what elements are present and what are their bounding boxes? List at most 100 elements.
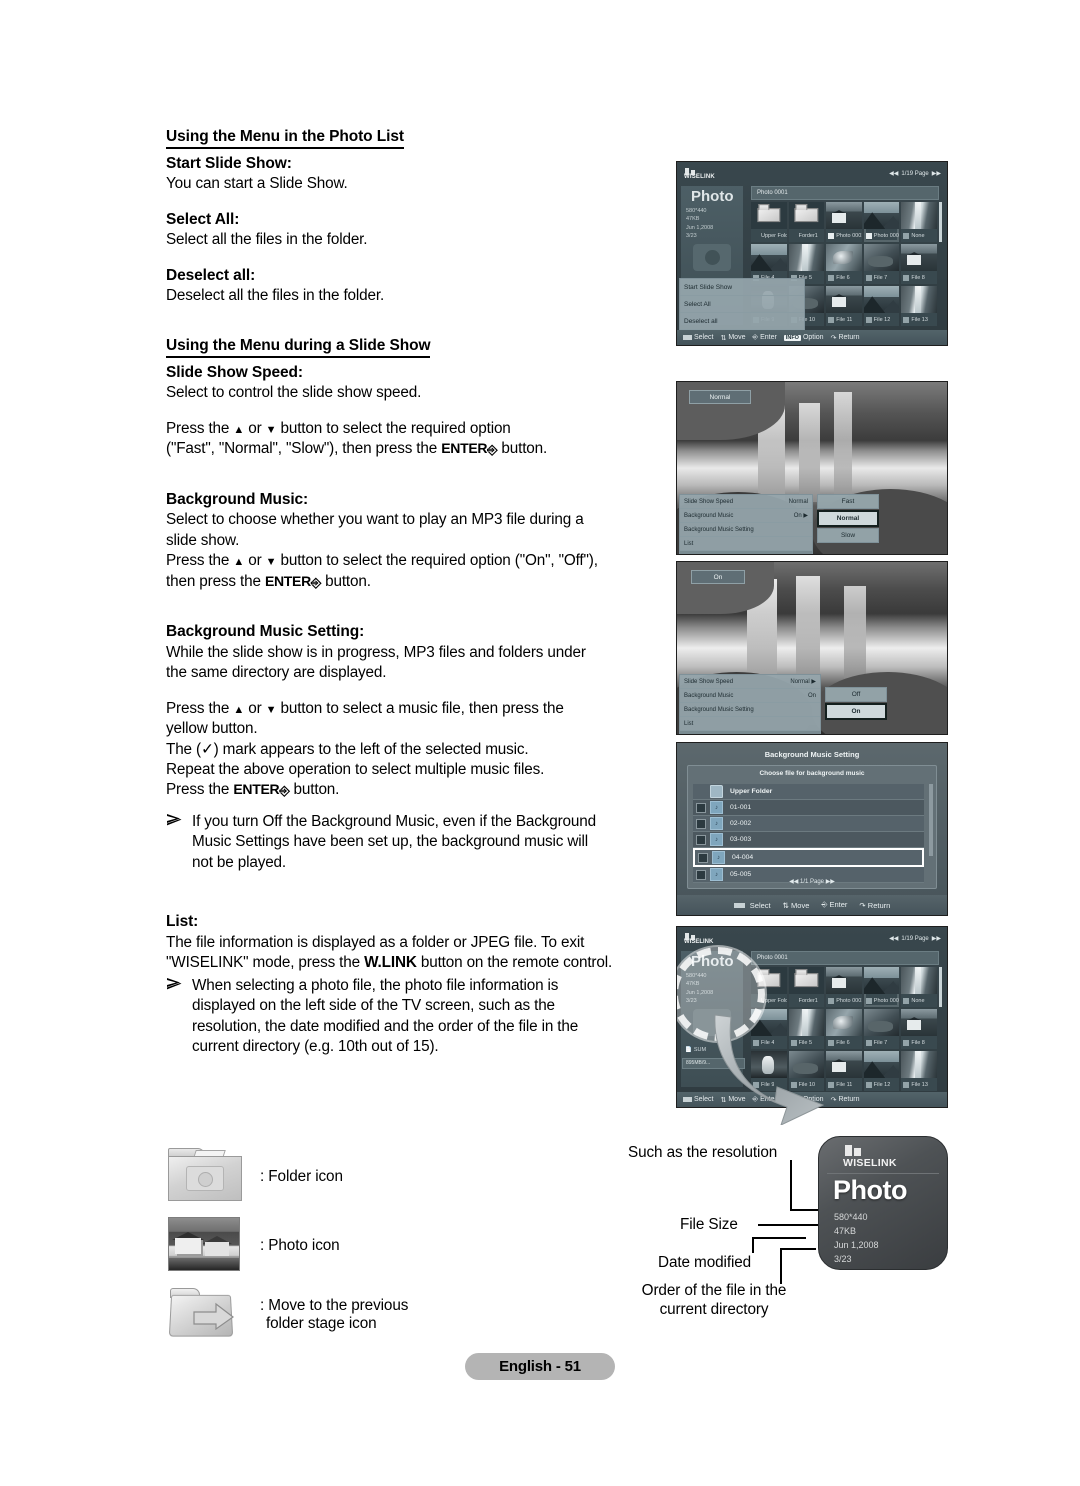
wiselink-brand-label: WISELINK — [684, 174, 715, 180]
option-normal[interactable]: Normal — [817, 510, 879, 527]
status-move: ⇅ Move — [720, 334, 746, 342]
music-list-item[interactable]: ♪ 03-003 — [693, 832, 924, 848]
wiselink-brand-label: WISELINK — [843, 1157, 897, 1169]
term-select-all: Select All: — [166, 210, 240, 228]
menu-row-background-music[interactable]: Background Music On — [680, 689, 820, 703]
folder-tile[interactable]: Upper Folder — [751, 202, 787, 242]
photo-tile[interactable]: File 13 — [901, 286, 937, 326]
tile-label: None — [911, 997, 925, 1004]
prev-page-icon[interactable]: ◀◀ — [889, 170, 898, 177]
note-line: resolution, the date modified and the or… — [192, 1017, 579, 1035]
text-fragment: or — [244, 699, 266, 717]
up-arrow-icon — [233, 420, 244, 437]
menu-row-background-music[interactable]: Background Music On ▶ — [680, 509, 812, 523]
music-list-item[interactable]: ♪ 02-002 — [693, 816, 924, 832]
photo-mode-title: Photo — [691, 188, 734, 205]
speed-options[interactable]: Fast Normal Slow — [817, 494, 879, 544]
menu-item-select-all[interactable]: Select All — [680, 296, 804, 313]
info-badge-icon: INFO — [783, 334, 801, 341]
info-badge-icon: INFO — [731, 555, 747, 556]
menu-row-slide-show-speed[interactable]: Slide Show Speed Normal — [680, 495, 812, 509]
checkbox[interactable] — [696, 834, 706, 845]
slide-show-menu[interactable]: Slide Show Speed Normal Background Music… — [679, 494, 813, 556]
section-heading-slide-show: Using the Menu during a Slide Show — [166, 337, 431, 358]
music-list-item[interactable]: Upper Folder — [693, 784, 924, 800]
photo-tile[interactable]: File 12 — [863, 1051, 900, 1091]
bgm-instruction-line-2: then press the ENTER⎆ button. — [166, 572, 674, 592]
bgm-setting-instruction-line-1: Press the or button to select a music fi… — [166, 699, 674, 719]
screenshot-photo-list: WISELINK ◀◀ 1/19 Page ▶▶ Photo 580*440 4… — [676, 161, 948, 346]
tile-label: File 8 — [911, 274, 925, 281]
checkbox[interactable] — [696, 802, 706, 813]
menu-item-start-slide-show[interactable]: Start Slide Show — [680, 279, 804, 296]
checkbox[interactable] — [698, 852, 708, 863]
photo-tile[interactable]: Photo 0001 — [826, 967, 862, 1007]
music-list-item-selected[interactable]: ♪ 04-004 — [693, 848, 924, 867]
slide-show-menu[interactable]: Slide Show Speed Normal ▶ Background Mus… — [679, 674, 821, 734]
photo-tile[interactable]: File 11 — [826, 286, 862, 326]
photo-tile[interactable]: File 7 — [863, 1009, 900, 1049]
option-fast[interactable]: Fast — [817, 494, 879, 509]
note-text: If you turn Off the Background Music, ev… — [192, 812, 596, 873]
photo-tile[interactable]: File 7 — [863, 244, 900, 284]
music-list-item[interactable]: ♪ 01-001 — [693, 800, 924, 816]
photo-tile[interactable]: Photo 0001 — [863, 967, 900, 1007]
text-fragment: button. — [321, 572, 371, 590]
photo-tile[interactable]: File 8 — [901, 1009, 937, 1049]
photo-tile[interactable]: File 12 — [863, 286, 900, 326]
menu-row-slide-show-speed[interactable]: Slide Show Speed Normal ▶ — [680, 675, 820, 689]
bgm-value-tag: On — [691, 570, 745, 584]
photo-tile[interactable]: Photo 0001 — [863, 202, 900, 242]
next-page-icon[interactable]: ▶▶ — [826, 879, 835, 885]
callout-date-label: Date modified — [658, 1254, 752, 1271]
callout-leader-line — [780, 1248, 816, 1250]
photo-tile[interactable]: None — [901, 202, 937, 242]
desc-list-1: The file information is displayed as a f… — [166, 933, 585, 951]
color-key-icon — [733, 902, 745, 908]
icon-legend: : Folder icon : Photo icon : Move to the… — [168, 1148, 638, 1355]
folder-tile[interactable]: Forder1 — [788, 967, 825, 1007]
photo-tile[interactable]: File 13 — [901, 1051, 937, 1091]
down-arrow-icon — [266, 552, 277, 569]
status-return: ↷ Return — [830, 334, 860, 342]
text-fragment: Press the — [166, 552, 234, 570]
desc-start-slide-show: You can start a Slide Show. — [166, 175, 348, 193]
next-page-icon[interactable]: ▶▶ — [932, 170, 941, 177]
callout-funnel — [714, 1014, 825, 1125]
option-off[interactable]: Off — [825, 687, 887, 702]
speed-instruction-line-2: ("Fast", "Normal", "Slow"), then press t… — [166, 439, 674, 459]
meta-resolution: 580*440 — [686, 208, 707, 214]
photo-tile[interactable]: Photo 0001 — [826, 202, 862, 242]
menu-row-list[interactable]: List — [680, 537, 812, 551]
checkbox — [903, 274, 910, 281]
desc-bgm-setting-1: While the slide show is in progress, MP3… — [166, 643, 586, 661]
folder-tile[interactable]: Forder1 — [788, 202, 825, 242]
note-text: When selecting a photo file, the photo f… — [192, 976, 578, 1058]
text-fragment: "WISELINK" mode, press the — [166, 954, 365, 972]
menu-row-list[interactable]: List — [680, 717, 820, 731]
photo-tile[interactable]: File 8 — [901, 244, 937, 284]
text-fragment: then press the — [166, 572, 265, 590]
option-slow[interactable]: Slow — [817, 528, 879, 543]
next-page-icon[interactable]: ▶▶ — [932, 935, 941, 942]
checkbox — [828, 274, 835, 281]
menu-row-background-music-setting[interactable]: Background Music Setting — [680, 523, 812, 537]
row-value: On — [807, 692, 816, 699]
tile-label: Upper Folder — [761, 997, 787, 1004]
checkbox[interactable] — [696, 818, 706, 829]
menu-row-background-music-setting[interactable]: Background Music Setting — [680, 703, 820, 717]
callout-filesize-label: File Size — [680, 1216, 738, 1233]
status-enter: ⎆ Enter — [752, 333, 777, 342]
checkbox — [903, 997, 910, 1004]
note-line: current directory (e.g. 10th out of 15). — [192, 1038, 439, 1056]
manual-page: Using the Menu in the Photo List Start S… — [0, 0, 1080, 1486]
option-on[interactable]: On — [825, 703, 887, 720]
enter-button-label: ENTER⎆ — [233, 781, 290, 799]
bgm-options[interactable]: Off On — [825, 687, 887, 721]
prev-page-icon[interactable]: ◀◀ — [889, 935, 898, 942]
prev-page-icon[interactable]: ◀◀ — [789, 879, 798, 885]
photo-tile[interactable]: None — [901, 967, 937, 1007]
menu-item-deselect-all[interactable]: Deselect all — [680, 313, 804, 330]
photo-tile[interactable]: File 6 — [826, 244, 862, 284]
status-bar: Select ⇅ Move ⎆ Enter INFO Option ↷ Retu… — [677, 330, 947, 345]
